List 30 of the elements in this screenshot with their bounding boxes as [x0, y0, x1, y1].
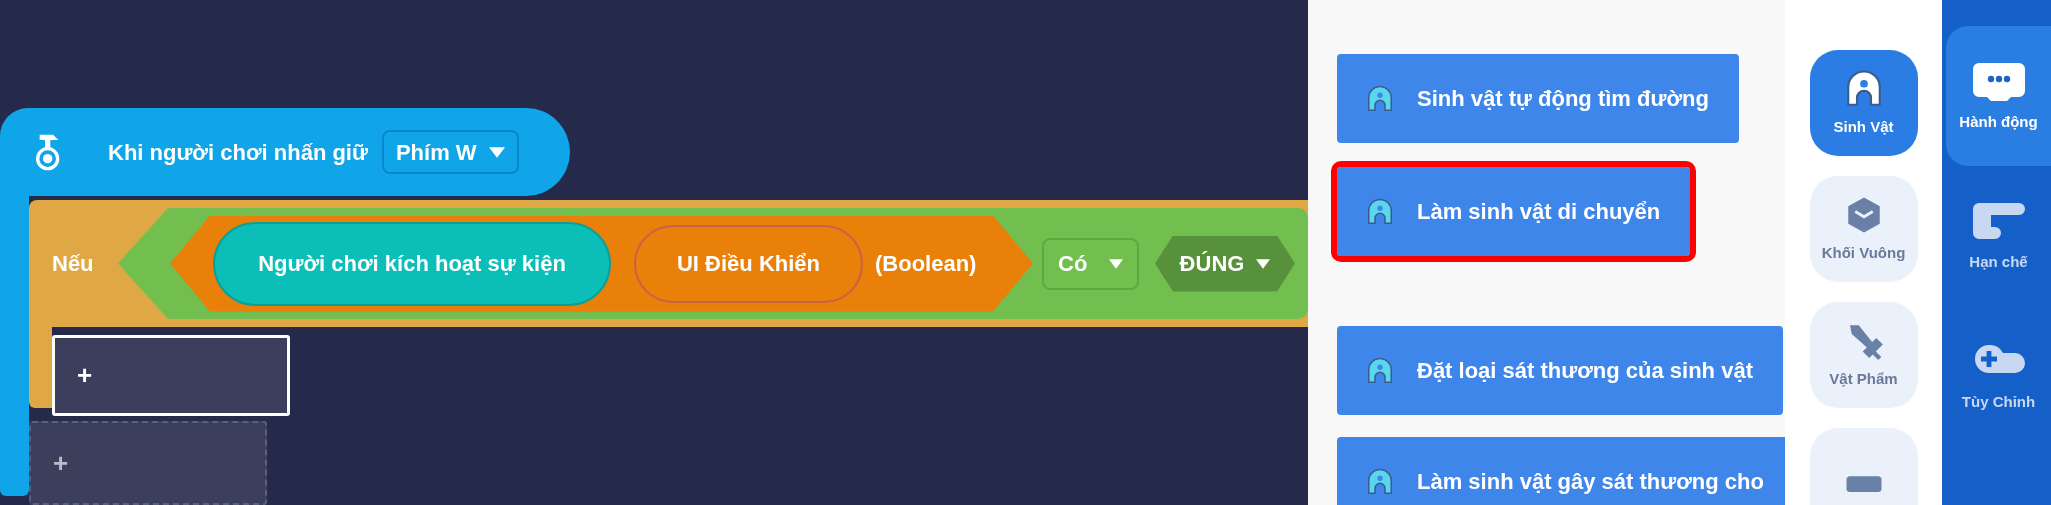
category-tab[interactable] [1809, 428, 1918, 505]
value-dropdown[interactable]: ĐÚNG [1155, 235, 1295, 292]
if-label: Nếu [52, 250, 95, 278]
condition-block[interactable]: Người chơi kích hoạt sự kiện UI Điều Khiển (Boolean) Có ĐÚNG [118, 208, 1308, 319]
event-pill[interactable]: Người chơi kích hoạt sự kiện [213, 221, 611, 306]
caret-icon [1256, 258, 1271, 269]
flyout-block[interactable]: Làm sinh vật gây sát thương cho [1337, 437, 1785, 505]
if-block[interactable]: Nếu Người chơi kích hoạt sự kiện UI Điều Khiển (Boolean) Có ĐÚNG [29, 200, 1308, 327]
creature-icon [1365, 355, 1395, 386]
creature-icon [1365, 83, 1395, 114]
event-label: Khi người chơi nhấn giữ [108, 138, 368, 167]
creature-icon [1365, 196, 1395, 227]
rail-tab[interactable]: Hành động [1946, 26, 2051, 166]
caret-icon [1109, 258, 1123, 269]
key-dropdown[interactable]: Phím W [381, 130, 519, 174]
category-tab[interactable]: Vật Phẩm [1809, 302, 1918, 408]
operator-dropdown[interactable]: Có [1042, 237, 1139, 290]
event-block[interactable]: Khi người chơi nhấn giữ Phím W [0, 108, 570, 196]
event-check-block[interactable]: Người chơi kích hoạt sự kiện UI Điều Khiển (Boolean) [170, 215, 1033, 312]
creature-icon [1365, 466, 1395, 497]
flyout-block[interactable]: Đặt loại sát thương của sinh vật [1337, 326, 1783, 415]
type-label: (Boolean) [875, 250, 977, 278]
statement-slot[interactable]: + [52, 335, 290, 416]
caret-icon [488, 146, 505, 158]
category-tab[interactable]: Sinh Vật [1809, 50, 1918, 156]
category-tab[interactable]: Khối Vuông [1809, 176, 1918, 282]
ui-pill[interactable]: UI Điều Khiển [634, 224, 863, 303]
statement-slot[interactable]: + [29, 421, 267, 505]
flyout-block[interactable]: Sinh vật tự động tìm đường [1337, 54, 1739, 143]
flyout-block[interactable]: Làm sinh vật di chuyển [1337, 167, 1691, 256]
